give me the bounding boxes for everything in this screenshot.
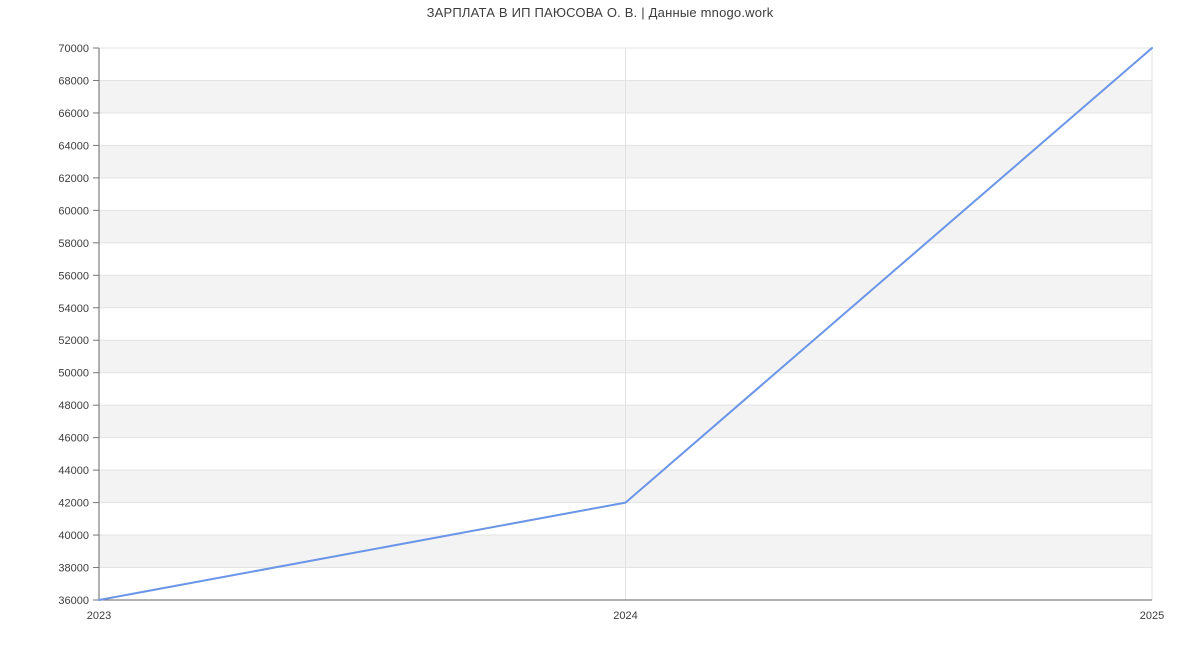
- y-tick-label: 50000: [58, 368, 89, 380]
- y-tick-label: 68000: [58, 75, 89, 87]
- y-tick-label: 48000: [58, 400, 89, 412]
- y-tick-label: 40000: [58, 530, 89, 542]
- x-tick-label: 2023: [87, 610, 111, 622]
- y-tick-label: 64000: [58, 140, 89, 152]
- salary-chart-canvas: ЗАРПЛАТА В ИП ПАЮСОВА О. В. | Данные mno…: [0, 0, 1200, 650]
- y-tick-label: 46000: [58, 433, 89, 445]
- chart-title: ЗАРПЛАТА В ИП ПАЮСОВА О. В. | Данные mno…: [426, 5, 774, 20]
- y-tick-label: 38000: [58, 563, 89, 575]
- y-tick-label: 36000: [58, 595, 89, 607]
- salary-line-chart: 36000 38000 40000 42000 44000 46000 48000 50000…: [58, 43, 1164, 622]
- y-tick-label: 58000: [58, 238, 89, 250]
- y-tick-label: 66000: [58, 108, 89, 120]
- y-tick-label: 44000: [58, 465, 89, 477]
- y-tick-label: 60000: [58, 205, 89, 217]
- y-tick-label: 62000: [58, 173, 89, 185]
- y-tick-label: 52000: [58, 335, 89, 347]
- x-tick-label: 2024: [613, 610, 637, 622]
- y-tick-label: 56000: [58, 270, 89, 282]
- y-tick-label: 54000: [58, 303, 89, 315]
- y-tick-label: 42000: [58, 498, 89, 510]
- y-tick-label: 70000: [58, 43, 89, 55]
- x-tick-label: 2025: [1140, 610, 1164, 622]
